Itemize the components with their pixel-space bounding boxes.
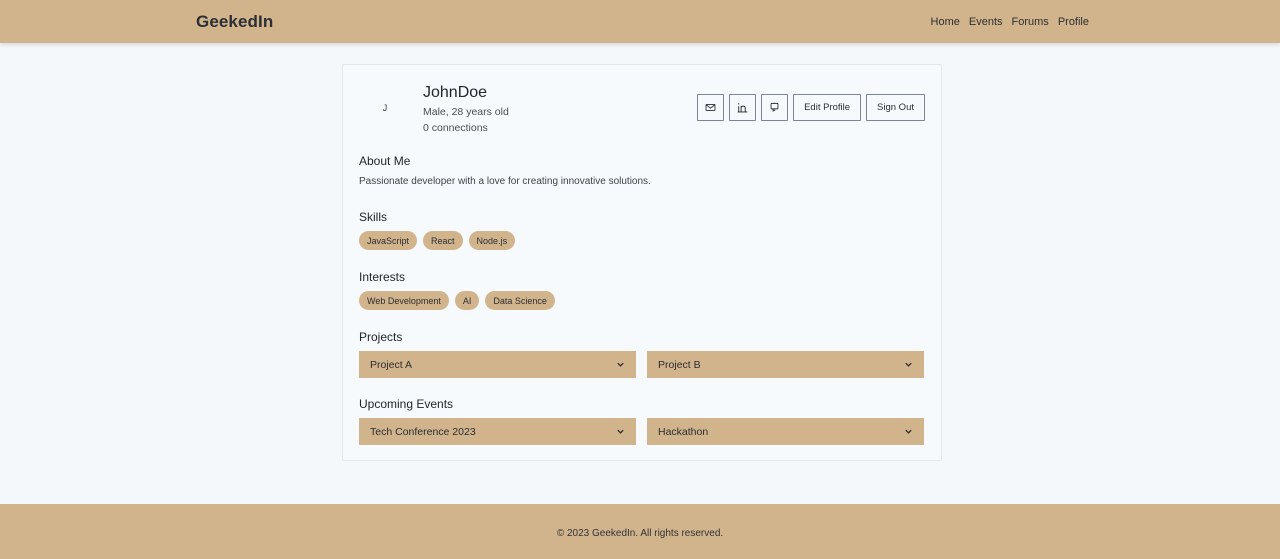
profile-card: J JohnDoe Male, 28 years old 0 connectio… [342, 64, 942, 461]
edit-profile-button[interactable]: Edit Profile [793, 94, 862, 121]
interest-tag: Data Science [485, 291, 555, 310]
project-accordion-b[interactable]: Project B [647, 351, 924, 378]
interest-tag: AI [454, 291, 480, 310]
interests-title: Interests [359, 270, 406, 284]
profile-connections: 0 connections [423, 122, 488, 134]
linkedin-button[interactable] [729, 94, 757, 121]
projects-list: Project A Project B [359, 351, 925, 378]
chevron-down-icon [617, 429, 624, 434]
chevron-down-icon [905, 362, 912, 367]
linkedin-icon [737, 103, 748, 113]
interests-tags: Web Development AI Data Science [359, 291, 925, 310]
nav-link-home[interactable]: Home [931, 16, 960, 28]
footer-copyright: © 2023 GeekedIn. All rights reserved. [556, 528, 724, 539]
mail-icon [705, 103, 716, 112]
event-label: Hackathon [658, 425, 709, 438]
project-accordion-a[interactable]: Project A [359, 351, 636, 378]
event-label: Tech Conference 2023 [370, 425, 476, 438]
event-accordion-tech-conference[interactable]: Tech Conference 2023 [359, 418, 636, 445]
chevron-down-icon [905, 429, 912, 434]
nav-link-events[interactable]: Events [969, 16, 1003, 28]
about-title: About Me [359, 154, 411, 168]
chevron-down-icon [617, 362, 624, 367]
about-section: About Me Passionate developer with a lov… [359, 153, 925, 187]
nav-links: Home Events Forums Profile [931, 16, 1089, 28]
skills-tags: JavaScript React Node.js [359, 231, 925, 250]
interest-tag: Web Development [359, 291, 449, 310]
project-label: Project B [658, 358, 701, 371]
profile-actions: Edit Profile Sign Out [697, 94, 925, 121]
skills-section: Skills JavaScript React Node.js [359, 209, 925, 250]
skill-tag: JavaScript [359, 231, 418, 250]
interests-section: Interests Web Development AI Data Scienc… [359, 269, 925, 310]
avatar: J [382, 103, 388, 113]
about-text: Passionate developer with a love for cre… [359, 176, 651, 187]
brand-logo[interactable]: GeekedIn [196, 12, 273, 32]
nav-link-profile[interactable]: Profile [1058, 16, 1089, 28]
nav-link-forums[interactable]: Forums [1012, 16, 1049, 28]
project-label: Project A [370, 358, 413, 371]
profile-info: JohnDoe Male, 28 years old 0 connections [423, 82, 509, 136]
skills-title: Skills [359, 210, 388, 224]
email-button[interactable] [697, 94, 725, 121]
projects-section: Projects Project A Project B [359, 329, 925, 378]
skill-tag: React [423, 231, 463, 250]
footer: © 2023 GeekedIn. All rights reserved. [0, 504, 1280, 559]
github-button[interactable] [761, 94, 789, 121]
skill-tag: Node.js [468, 231, 516, 250]
events-section: Upcoming Events Tech Conference 2023 Hac… [359, 396, 925, 445]
github-icon [770, 102, 779, 112]
sign-out-button[interactable]: Sign Out [866, 94, 925, 121]
events-title: Upcoming Events [359, 397, 454, 411]
profile-details: Male, 28 years old [423, 106, 509, 118]
navbar: GeekedIn Home Events Forums Profile [0, 0, 1280, 43]
projects-title: Projects [359, 330, 403, 344]
event-accordion-hackathon[interactable]: Hackathon [647, 418, 924, 445]
profile-name: JohnDoe [423, 84, 488, 101]
events-list: Tech Conference 2023 Hackathon [359, 418, 925, 445]
